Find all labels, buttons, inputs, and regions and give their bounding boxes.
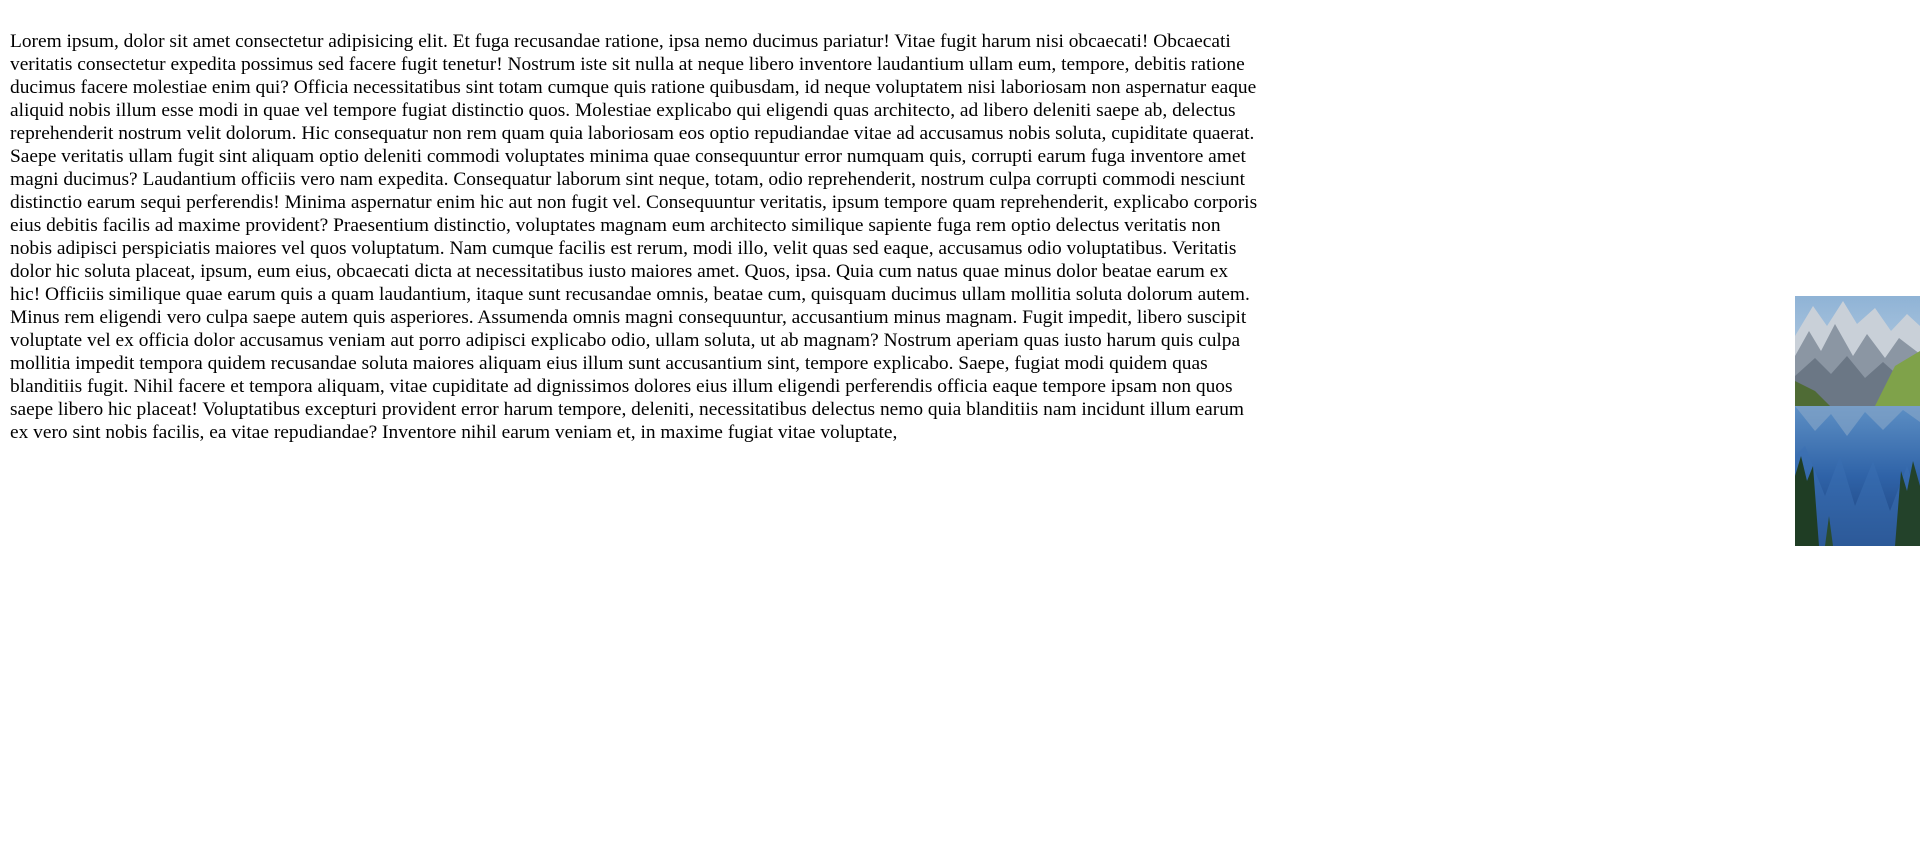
- mountain-lake-image: [1795, 296, 1920, 546]
- body-paragraph: Lorem ipsum, dolor sit amet consectetur …: [10, 31, 1258, 443]
